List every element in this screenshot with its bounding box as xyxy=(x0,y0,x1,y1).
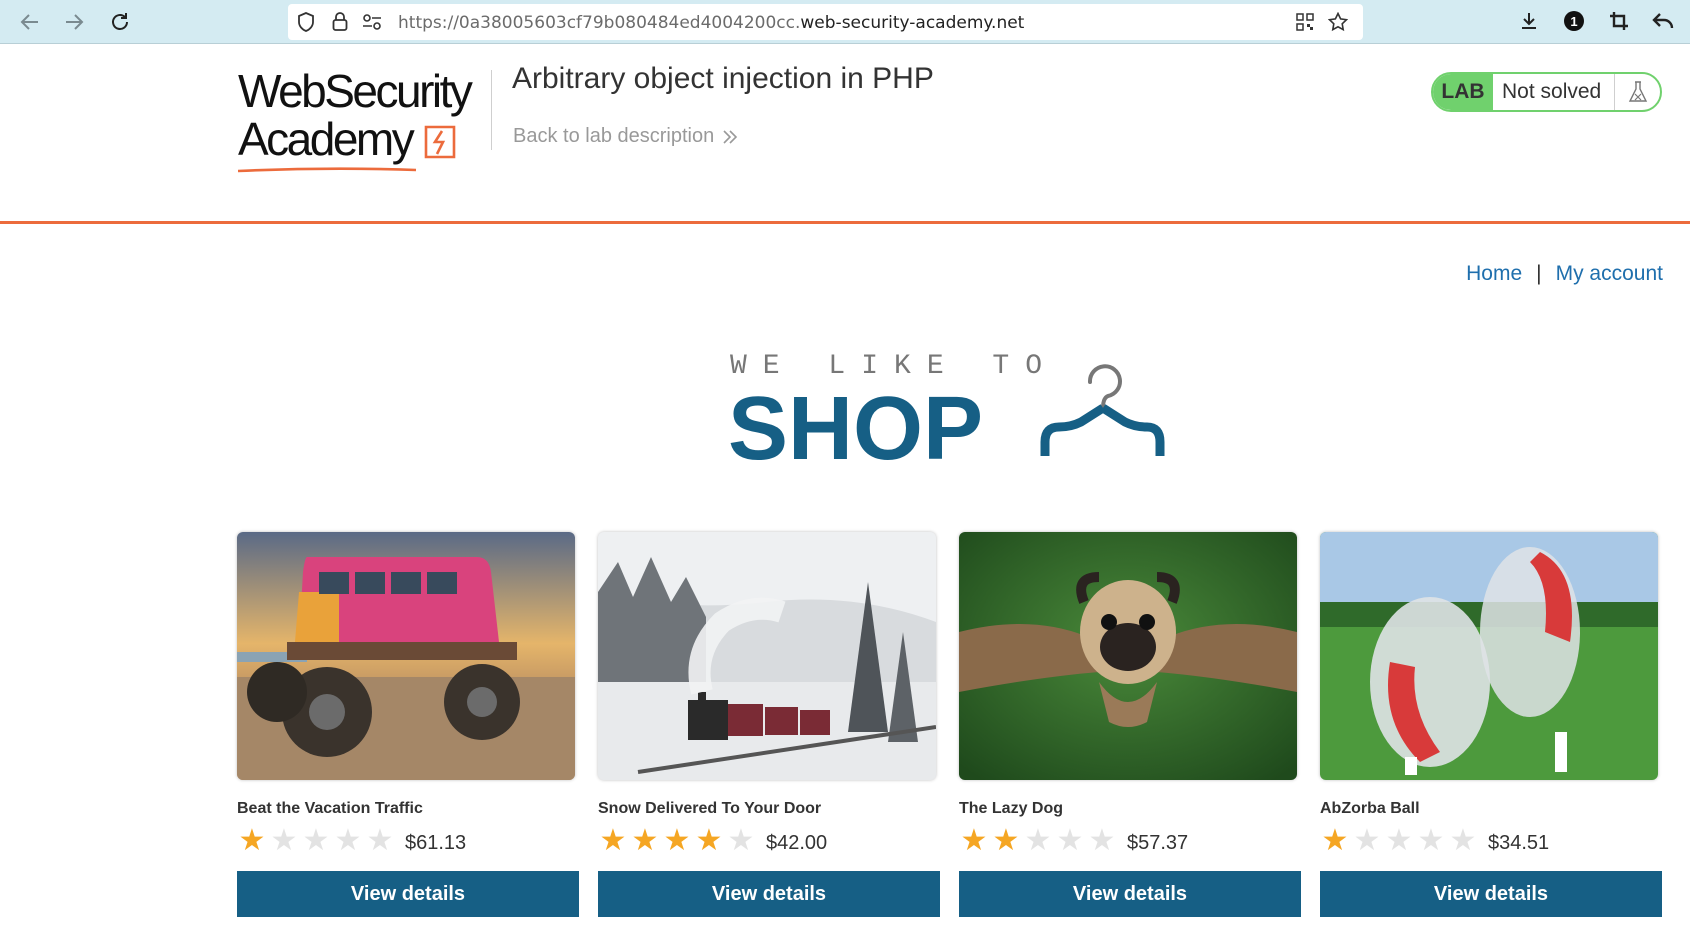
reply-arrow-icon[interactable] xyxy=(1650,8,1676,34)
rating-stars: ★ ★ ★ ★ ★ xyxy=(237,826,395,856)
lock-icon[interactable] xyxy=(330,12,350,32)
browser-toolbar: https://0a38005603cf79b080484ed4004200cc… xyxy=(0,0,1690,44)
view-details-button[interactable]: View details xyxy=(1320,871,1662,917)
lab-status-label: Not solved xyxy=(1502,80,1602,103)
star-empty-icon: ★ xyxy=(1353,824,1381,857)
star-empty-icon: ★ xyxy=(366,824,394,857)
home-link[interactable]: Home xyxy=(1466,262,1522,286)
clothes-hanger-icon xyxy=(1040,364,1165,456)
flask-icon xyxy=(1614,74,1660,110)
crop-icon[interactable] xyxy=(1606,8,1632,34)
star-filled-icon: ★ xyxy=(1321,824,1349,857)
lab-title: Arbitrary object injection in PHP xyxy=(512,62,934,95)
product-name: The Lazy Dog xyxy=(959,800,1064,817)
product-rating: ★ ★ ★ ★ ★ $42.00 xyxy=(598,824,940,858)
double-chevron-right-icon xyxy=(723,129,738,144)
product-price: $57.37 xyxy=(1127,831,1189,854)
reload-icon[interactable] xyxy=(106,8,134,36)
web-security-academy-logo[interactable]: WebSecurity Academy xyxy=(238,68,488,178)
top-navigation: Home | My account xyxy=(1466,262,1663,286)
star-filled-icon: ★ xyxy=(960,824,988,857)
nav-separator: | xyxy=(1536,262,1542,285)
lab-tag: LAB xyxy=(1433,74,1493,110)
product-name: AbZorba Ball xyxy=(1320,800,1420,817)
extension-badge-icon[interactable]: 1 xyxy=(1561,8,1587,34)
logo-lightning-icon xyxy=(424,125,456,159)
view-details-button[interactable]: View details xyxy=(959,871,1301,917)
product-price: $61.13 xyxy=(405,831,467,854)
back-to-lab-description-link[interactable]: Back to lab description xyxy=(513,125,738,148)
star-empty-icon: ★ xyxy=(334,824,362,857)
product-image xyxy=(1320,532,1658,780)
qr-code-icon[interactable] xyxy=(1295,12,1315,32)
star-empty-icon: ★ xyxy=(727,824,755,857)
rating-stars: ★ ★ ★ ★ ★ xyxy=(598,826,756,856)
product-name: Beat the Vacation Traffic xyxy=(237,800,423,817)
product-image xyxy=(598,532,936,780)
star-filled-icon: ★ xyxy=(238,824,266,857)
download-icon[interactable] xyxy=(1516,8,1542,34)
shield-icon[interactable] xyxy=(296,12,316,32)
product-name: Snow Delivered To Your Door xyxy=(598,800,822,817)
logo-underline-icon xyxy=(238,167,417,173)
banner-tagline: WE LIKE TO xyxy=(730,351,1059,382)
forward-arrow-icon[interactable] xyxy=(60,8,88,36)
star-filled-icon: ★ xyxy=(695,824,723,857)
header-divider xyxy=(491,70,492,150)
product-card: Beat the Vacation Traffic ★ ★ ★ ★ ★ $61.13 V… xyxy=(237,532,579,917)
academy-header: WebSecurity Academy Arbitrary object inj… xyxy=(0,44,1690,224)
site-settings-icon[interactable] xyxy=(362,12,382,32)
product-rating: ★ ★ ★ ★ ★ $57.37 xyxy=(959,824,1301,858)
address-bar[interactable]: https://0a38005603cf79b080484ed4004200cc… xyxy=(288,4,1363,40)
view-details-button[interactable]: View details xyxy=(598,871,940,917)
star-empty-icon: ★ xyxy=(1088,824,1116,857)
star-filled-icon: ★ xyxy=(599,824,627,857)
product-price: $34.51 xyxy=(1488,831,1550,854)
extension-badge-count: 1 xyxy=(1570,13,1578,29)
product-card: AbZorba Ball ★ ★ ★ ★ ★ $34.51 View details xyxy=(1320,532,1662,917)
rating-stars: ★ ★ ★ ★ ★ xyxy=(959,826,1117,856)
star-filled-icon: ★ xyxy=(663,824,691,857)
lab-status-widget: LAB Not solved xyxy=(1431,72,1662,112)
star-empty-icon: ★ xyxy=(270,824,298,857)
star-empty-icon: ★ xyxy=(1417,824,1445,857)
product-rating: ★ ★ ★ ★ ★ $34.51 xyxy=(1320,824,1662,858)
shop-banner: WE LIKE TO SHOP xyxy=(728,345,1170,479)
product-image xyxy=(237,532,575,780)
product-card: Snow Delivered To Your Door ★ ★ ★ ★ ★ $42.00… xyxy=(598,532,940,917)
my-account-link[interactable]: My account xyxy=(1556,262,1663,286)
star-empty-icon: ★ xyxy=(302,824,330,857)
product-price: $42.00 xyxy=(766,831,828,854)
product-card: The Lazy Dog ★ ★ ★ ★ ★ $57.37 View details xyxy=(959,532,1301,917)
view-details-button[interactable]: View details xyxy=(237,871,579,917)
star-empty-icon: ★ xyxy=(1385,824,1413,857)
star-filled-icon: ★ xyxy=(992,824,1020,857)
banner-title: SHOP xyxy=(728,379,984,479)
star-empty-icon: ★ xyxy=(1024,824,1052,857)
star-filled-icon: ★ xyxy=(631,824,659,857)
url-text[interactable]: https://0a38005603cf79b080484ed4004200cc… xyxy=(398,13,1024,33)
star-empty-icon: ★ xyxy=(1449,824,1477,857)
bookmark-star-icon[interactable] xyxy=(1328,12,1348,32)
back-arrow-icon[interactable] xyxy=(16,8,44,36)
product-rating: ★ ★ ★ ★ ★ $61.13 xyxy=(237,824,579,858)
star-empty-icon: ★ xyxy=(1056,824,1084,857)
logo-text-line1: WebSecurity xyxy=(238,65,473,117)
rating-stars: ★ ★ ★ ★ ★ xyxy=(1320,826,1478,856)
back-link-label: Back to lab description xyxy=(513,125,715,147)
product-image xyxy=(959,532,1297,780)
